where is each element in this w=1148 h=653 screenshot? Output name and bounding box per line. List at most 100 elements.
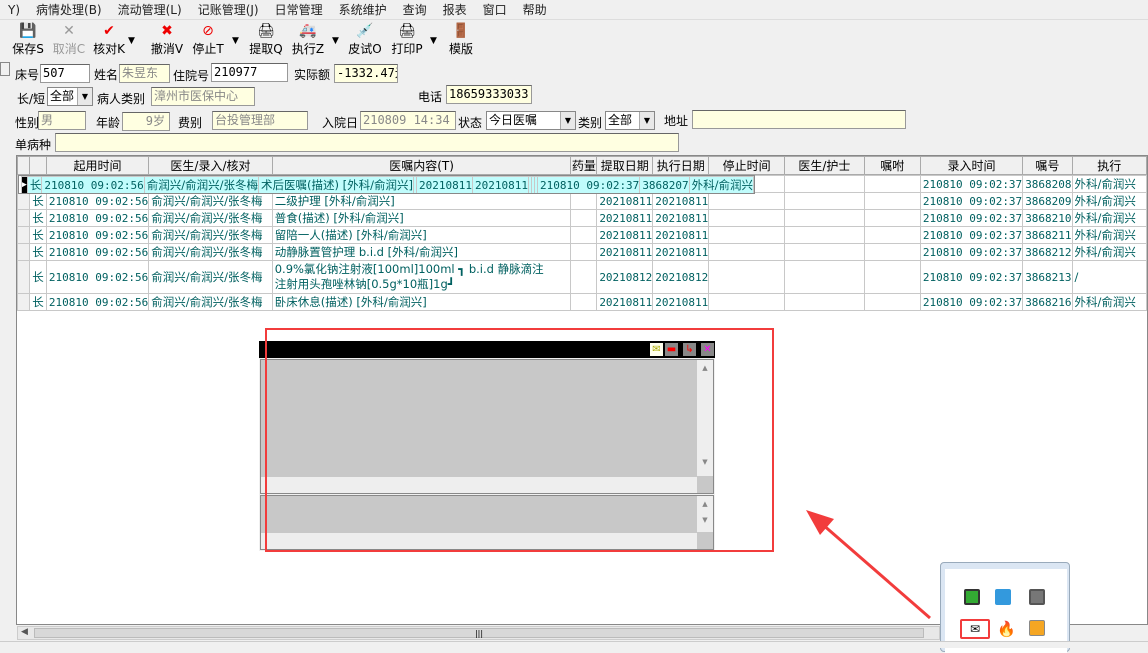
table-cell[interactable] bbox=[570, 293, 598, 311]
table-row[interactable]: ▶ 长 210810 09:02:56 俞润兴/俞润兴/张冬梅 术后医嘱(描述) [外科… bbox=[17, 175, 756, 194]
actual-amount-field[interactable]: -1332.47元 bbox=[334, 64, 398, 83]
menu-item[interactable]: 流动管理(L) bbox=[118, 1, 182, 18]
table-cell[interactable]: 210810 09:02:56 bbox=[41, 176, 145, 193]
table-cell[interactable] bbox=[863, 175, 921, 193]
app-tray-icon[interactable] bbox=[1029, 620, 1045, 636]
horizontal-scrollbar[interactable]: ◀ ||| bbox=[17, 626, 940, 640]
fee-field[interactable]: 台投管理部 bbox=[212, 111, 308, 130]
table-cell[interactable]: 210810 09:02:37 bbox=[919, 209, 1024, 227]
column-header[interactable]: 医嘱内容(T) bbox=[271, 156, 572, 175]
print-dropdown[interactable]: ▼ bbox=[430, 36, 437, 46]
table-cell[interactable]: 长 bbox=[29, 209, 47, 227]
table-cell[interactable]: 210810 09:02:37 bbox=[919, 243, 1024, 261]
stop-button[interactable]: ⊘ 停止T bbox=[190, 22, 226, 60]
status-select[interactable]: 今日医嘱 ▼ bbox=[486, 111, 576, 130]
table-cell[interactable] bbox=[784, 209, 865, 227]
table-cell[interactable]: 210810 09:02:37 bbox=[536, 176, 641, 193]
check-button[interactable]: ✔ 核对K bbox=[92, 22, 126, 60]
table-cell[interactable]: 外科/俞润兴 bbox=[1071, 192, 1148, 210]
admit-date-field[interactable]: 210809 14:34 bbox=[360, 111, 456, 130]
table-cell[interactable]: 3868210 bbox=[1022, 209, 1073, 227]
table-cell[interactable] bbox=[863, 293, 921, 311]
table-cell[interactable]: 俞润兴/俞润兴/张冬梅 bbox=[148, 226, 273, 244]
table-cell[interactable]: 动静脉置管护理 b.i.d [外科/俞润兴] bbox=[271, 243, 572, 261]
table-cell[interactable]: 20210811 bbox=[652, 243, 710, 261]
column-header[interactable]: 执行日期 bbox=[652, 156, 710, 175]
table-cell[interactable]: 外科/俞润兴 bbox=[1071, 209, 1148, 227]
table-cell[interactable]: 20210811 bbox=[596, 243, 654, 261]
table-cell[interactable] bbox=[863, 192, 921, 210]
mail-tray-icon[interactable]: ✉ bbox=[960, 619, 990, 639]
table-cell[interactable]: 外科/俞润兴 bbox=[1071, 293, 1148, 311]
table-cell[interactable]: 210810 09:02:56 bbox=[45, 226, 150, 244]
table-cell[interactable]: 术后医嘱(描述) [外科/俞润兴] bbox=[258, 176, 414, 193]
column-header[interactable]: 起用时间 bbox=[45, 156, 150, 175]
print-button[interactable]: 🖨 打印P bbox=[390, 22, 424, 60]
cancel-button[interactable]: ✕ 取消C bbox=[52, 22, 86, 60]
table-cell[interactable]: 20210811 bbox=[596, 226, 654, 244]
table-cell[interactable] bbox=[708, 293, 786, 311]
table-cell[interactable]: 210810 09:02:37 bbox=[919, 192, 1024, 210]
table-cell[interactable]: 外科/俞润兴 bbox=[688, 176, 755, 193]
table-cell[interactable]: 长 bbox=[29, 260, 47, 294]
menu-item[interactable]: 日常管理 bbox=[275, 1, 323, 18]
single-disease-field[interactable] bbox=[55, 133, 679, 152]
table-cell[interactable] bbox=[784, 175, 865, 193]
table-cell[interactable]: 210810 09:02:37 bbox=[919, 175, 1024, 193]
check-dropdown[interactable]: ▼ bbox=[128, 36, 135, 46]
table-cell[interactable]: 外科/俞润兴 bbox=[1071, 243, 1148, 261]
table-row[interactable]: 长 210810 09:02:56 俞润兴/俞润兴/张冬梅 普食(描述) [外科/俞润… bbox=[16, 209, 1148, 227]
table-cell[interactable]: 210810 09:02:37 bbox=[919, 260, 1024, 294]
table-cell[interactable]: 20210811 bbox=[652, 192, 710, 210]
row-indicator[interactable] bbox=[16, 243, 31, 261]
column-header[interactable]: 医生/录入/核对 bbox=[148, 156, 273, 175]
address-field[interactable] bbox=[692, 110, 906, 129]
table-cell[interactable]: 20210812 bbox=[652, 260, 710, 294]
bed-field[interactable]: 507 bbox=[40, 64, 90, 83]
row-indicator[interactable]: ▶ bbox=[20, 176, 28, 193]
menu-item[interactable]: Y) bbox=[8, 3, 20, 17]
table-cell[interactable]: 3868216 bbox=[1022, 293, 1073, 311]
category-select[interactable]: 全部 ▼ bbox=[605, 111, 655, 130]
table-cell[interactable]: 俞润兴/俞润兴/张冬梅 bbox=[143, 176, 260, 193]
table-row[interactable]: 长 210810 09:02:56 俞润兴/俞润兴/张冬梅 动静脉置管护理 b.i.d… bbox=[16, 243, 1148, 261]
row-indicator[interactable] bbox=[16, 293, 31, 311]
menu-item[interactable]: 病情处理(B) bbox=[36, 1, 102, 18]
table-cell[interactable]: 外科/俞润兴 bbox=[1071, 175, 1148, 193]
table-cell[interactable]: 210810 09:02:37 bbox=[919, 226, 1024, 244]
table-cell[interactable]: 210810 09:02:56 bbox=[45, 260, 150, 294]
menu-item[interactable]: 帮助 bbox=[523, 1, 547, 18]
table-cell[interactable] bbox=[784, 243, 865, 261]
phone-field[interactable]: 18659333033 bbox=[446, 85, 532, 104]
age-field[interactable]: 9岁 bbox=[122, 112, 170, 131]
menu-item[interactable]: 查询 bbox=[403, 1, 427, 18]
table-cell[interactable] bbox=[570, 192, 598, 210]
row-indicator[interactable] bbox=[16, 226, 31, 244]
table-cell[interactable] bbox=[708, 209, 786, 227]
table-cell[interactable] bbox=[863, 260, 921, 294]
table-cell[interactable]: 3868208 bbox=[1022, 175, 1073, 193]
menu-item[interactable]: 窗口 bbox=[483, 1, 507, 18]
table-cell[interactable] bbox=[863, 209, 921, 227]
table-cell[interactable]: 20210811 bbox=[596, 209, 654, 227]
table-cell[interactable]: 20210811 bbox=[471, 176, 529, 193]
table-cell[interactable] bbox=[708, 243, 786, 261]
column-header[interactable]: 嘱咐 bbox=[863, 156, 921, 175]
table-cell[interactable]: 20210811 bbox=[652, 293, 710, 311]
row-indicator[interactable] bbox=[16, 260, 31, 294]
table-cell[interactable]: 20210811 bbox=[416, 176, 473, 193]
name-field[interactable]: 朱昱东 bbox=[119, 64, 170, 83]
table-cell[interactable]: 20210811 bbox=[596, 293, 654, 311]
table-cell[interactable]: 长 bbox=[26, 176, 43, 193]
undo-button[interactable]: ✖ 撤消V bbox=[150, 22, 184, 60]
column-header[interactable]: 提取日期 bbox=[596, 156, 654, 175]
table-cell[interactable]: 210810 09:02:56 bbox=[45, 243, 150, 261]
table-cell[interactable] bbox=[863, 226, 921, 244]
scrollbar-thumb[interactable]: ||| bbox=[34, 628, 924, 638]
table-cell[interactable] bbox=[570, 209, 598, 227]
table-cell[interactable]: / bbox=[1071, 260, 1148, 294]
column-header[interactable] bbox=[29, 156, 47, 175]
table-cell[interactable]: 3868213 bbox=[1022, 260, 1073, 294]
table-cell[interactable]: 俞润兴/俞润兴/张冬梅 bbox=[148, 260, 273, 294]
table-cell[interactable] bbox=[784, 293, 865, 311]
